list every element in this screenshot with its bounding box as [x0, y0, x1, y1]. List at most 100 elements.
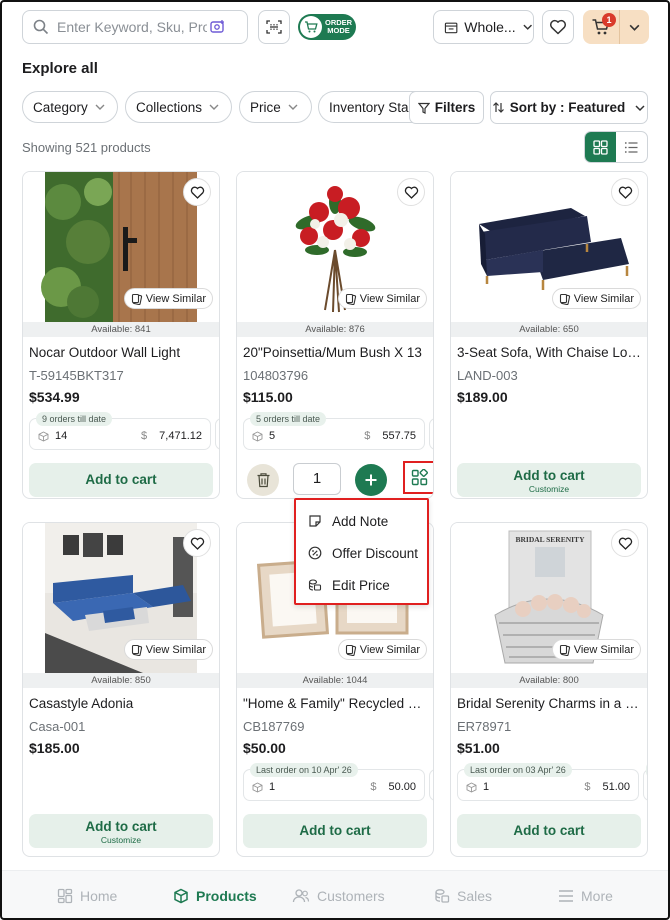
filter-chip-category[interactable]: Category — [22, 91, 118, 123]
wishlist-heart-button[interactable] — [611, 178, 639, 206]
note-icon — [309, 515, 321, 527]
menu-item-offer-discount[interactable]: Offer Discount — [296, 537, 427, 569]
product-title[interactable]: Bridal Serenity Charms in a Ba... — [457, 696, 643, 711]
box-icon — [252, 430, 263, 442]
view-similar-button[interactable]: View Similar — [337, 639, 427, 660]
wishlist-button[interactable] — [542, 10, 574, 44]
customer-type-select[interactable]: Whole... — [433, 10, 534, 44]
filter-chip-collections[interactable]: Collections — [125, 91, 232, 123]
funnel-icon — [417, 102, 430, 114]
search-placeholder: Enter Keyword, Sku, Produ... — [57, 19, 207, 35]
order-stats-tag: Last order on 03 Apr' 26 — [464, 763, 572, 777]
add-to-cart-label: Add to cart — [85, 819, 157, 834]
filter-chip-price[interactable]: Price — [239, 91, 312, 123]
product-card[interactable]: BRIDAL SERENITY View Similar Available: … — [450, 522, 648, 857]
menu-item-label: Offer Discount — [332, 545, 419, 561]
product-card[interactable]: View Similar Available: 841 Nocar Outdoo… — [22, 171, 220, 499]
order-qty: 5 — [269, 430, 276, 442]
order-stats: 5 orders till date 5 $557.75 — [243, 412, 425, 450]
order-mode-label: ORDER MODE — [325, 18, 353, 35]
filters-label: Filters — [434, 100, 476, 115]
quantity-input[interactable]: 1 — [293, 463, 341, 495]
customer-type-value: Whole... — [464, 19, 516, 35]
view-similar-label: View Similar — [145, 643, 206, 656]
nav-item-sales[interactable]: Sales — [434, 871, 492, 920]
increase-quantity-button[interactable] — [355, 464, 387, 496]
view-similar-button[interactable]: View Similar — [551, 639, 641, 660]
remove-button[interactable] — [247, 464, 279, 496]
wishlist-heart-button[interactable] — [397, 178, 425, 206]
add-to-cart-button[interactable]: Add to cart — [243, 814, 427, 848]
sort-select[interactable]: Sort by : Featured — [490, 91, 648, 124]
box-icon — [466, 781, 477, 793]
product-card[interactable]: View Similar Available: 876 20"Poinsetti… — [236, 171, 434, 499]
product-title[interactable]: 3-Seat Sofa, With Chaise Long... — [457, 345, 643, 360]
product-title[interactable]: "Home & Family" Recycled Pap... — [243, 696, 429, 711]
order-qty: 1 — [483, 781, 490, 793]
cart-toggle-icon — [300, 16, 322, 38]
add-to-cart-button[interactable]: Add to cart Customize — [457, 463, 641, 497]
chevron-down-icon — [635, 104, 645, 111]
search-icon — [33, 19, 49, 35]
heart-icon — [618, 537, 632, 550]
scan-button[interactable] — [258, 10, 290, 44]
hamburger-menu-icon — [559, 890, 573, 902]
filter-bar: Category Collections Price Inventory Sta… — [22, 91, 648, 124]
similar-cards-icon — [131, 293, 142, 305]
product-sku: LAND-003 — [457, 368, 518, 383]
filters-button[interactable]: Filters — [409, 91, 484, 124]
view-similar-label: View Similar — [573, 292, 634, 305]
nav-item-home[interactable]: Home — [57, 871, 117, 920]
nav-item-customers[interactable]: Customers — [292, 871, 385, 920]
product-title[interactable]: 20"Poinsettia/Mum Bush X 13 — [243, 345, 429, 360]
view-similar-button[interactable]: View Similar — [551, 288, 641, 309]
nav-label: Home — [80, 888, 118, 904]
order-stats: Last order on 03 Apr' 26 1 $51.00 — [457, 763, 639, 801]
barcode-scan-icon — [266, 20, 282, 34]
sales-coins-icon — [435, 889, 450, 903]
search-input[interactable]: Enter Keyword, Sku, Produ... — [22, 10, 248, 44]
product-title[interactable]: Casastyle Adonia — [29, 696, 215, 711]
menu-item-edit-price[interactable]: Edit Price — [296, 569, 427, 601]
add-to-cart-button[interactable]: Add to cart — [457, 814, 641, 848]
add-to-cart-label: Add to cart — [85, 472, 157, 487]
product-sku: Casa-001 — [29, 719, 86, 734]
wishlist-heart-button[interactable] — [183, 529, 211, 557]
view-similar-button[interactable]: View Similar — [123, 639, 213, 660]
view-similar-button[interactable]: View Similar — [337, 288, 427, 309]
cart-button[interactable]: 1 — [583, 10, 649, 44]
view-similar-button[interactable]: View Similar — [123, 288, 213, 309]
filter-chip-label: Category — [33, 99, 88, 115]
product-sku: ER78971 — [457, 719, 512, 734]
grid-view-button[interactable] — [585, 132, 616, 162]
cart-icon-wrap[interactable]: 1 — [583, 10, 620, 44]
product-price: $115.00 — [243, 389, 293, 405]
order-amount: 50.00 — [388, 781, 416, 793]
nav-item-products[interactable]: Products — [173, 871, 257, 920]
order-mode-toggle[interactable]: ORDER MODE — [298, 14, 356, 40]
menu-item-add-note[interactable]: Add Note — [296, 505, 427, 537]
wishlist-heart-button[interactable] — [183, 178, 211, 206]
list-view-button[interactable] — [616, 132, 647, 162]
nav-item-more[interactable]: More — [558, 871, 613, 920]
more-actions-menu: Add Note Offer Discount Edit Price — [294, 498, 429, 605]
more-actions-button[interactable] — [403, 461, 433, 494]
similar-cards-icon — [345, 644, 356, 656]
product-price: $51.00 — [457, 740, 500, 756]
box-icon — [252, 781, 263, 793]
quantity-controls: 1 — [245, 461, 433, 497]
image-search-icon[interactable] — [209, 18, 227, 36]
add-to-cart-button[interactable]: Add to cart Customize — [29, 814, 213, 848]
filter-chip-inventory-status[interactable]: Inventory Sta — [318, 91, 418, 123]
product-title[interactable]: Nocar Outdoor Wall Light — [29, 345, 215, 360]
add-to-cart-button[interactable]: Add to cart — [29, 463, 213, 497]
availability-label: Available: 1044 — [237, 673, 433, 688]
wishlist-heart-button[interactable] — [611, 529, 639, 557]
sort-label: Sort by : Featured — [509, 100, 626, 115]
product-card[interactable]: View Similar Available: 850 Casastyle Ad… — [22, 522, 220, 857]
store-icon — [444, 22, 458, 33]
product-card[interactable]: View Similar Available: 650 3-Seat Sofa,… — [450, 171, 648, 499]
cart-dropdown-button[interactable] — [620, 21, 649, 34]
filter-chip-label: Collections — [136, 99, 203, 115]
view-similar-label: View Similar — [145, 292, 206, 305]
